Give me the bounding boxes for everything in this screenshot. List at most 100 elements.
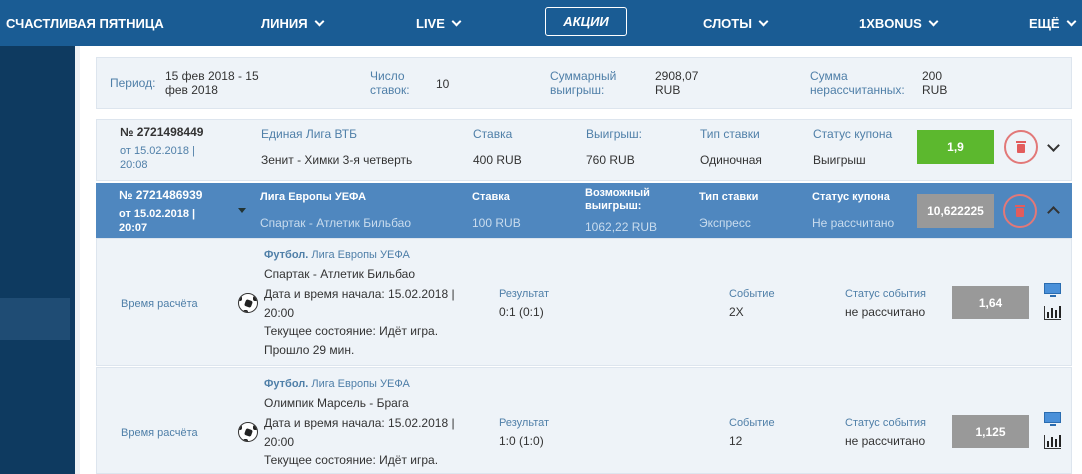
bet-type-value: Одиночная xyxy=(700,153,762,167)
bets-count-value: 10 xyxy=(436,77,450,91)
bet-history-summary: Период: 15 фев 2018 - 15 фев 2018 Число … xyxy=(96,57,1072,109)
result-label: Результат xyxy=(499,288,550,300)
event-start-label: Дата и время начала: 15.02.2018 | xyxy=(264,287,455,301)
unsettled-label: Сумма нерассчитанных: xyxy=(810,69,905,97)
result-value: 1:0 (1:0) xyxy=(499,434,544,448)
coupon-status-value: Выигрыш xyxy=(813,153,866,167)
coupon-row[interactable]: № 2721498449 от 15.02.2018 | 20:08 Едина… xyxy=(96,119,1072,181)
period-value: 15 фев 2018 - 15 фев 2018 xyxy=(165,69,259,97)
sport-name: Футбол. xyxy=(264,378,309,390)
total-win-value: 2908,07 RUB xyxy=(655,69,699,97)
bets-count-label: Число ставок: xyxy=(370,69,410,97)
sidebar-active-item[interactable] xyxy=(0,298,70,340)
coupon-status-value: Не рассчитано xyxy=(812,216,895,230)
possible-win-label: Возможный выигрыш: xyxy=(585,187,650,212)
nav-1xbonus[interactable]: 1XBONUS xyxy=(859,0,939,46)
coupon-odds: 1,9 xyxy=(917,130,994,164)
nav-label: LIVE xyxy=(416,15,445,31)
event-label: Событие xyxy=(729,417,775,429)
coupon-number: № 2721498449 xyxy=(120,125,204,139)
nav-promotions-button[interactable]: АКЦИИ xyxy=(545,7,627,36)
event-status-value: не рассчитано xyxy=(845,434,926,448)
chevron-down-icon xyxy=(758,16,769,26)
bet-type-label: Тип ставки xyxy=(700,127,760,141)
calc-time-label: Время расчёта xyxy=(121,427,198,439)
nav-label: СЧАСТЛИВАЯ ПЯТНИЦА xyxy=(6,15,164,31)
win-value: 760 RUB xyxy=(586,153,635,167)
event-value: 2X xyxy=(729,305,744,319)
result-label: Результат xyxy=(499,417,550,429)
event-start-label: Дата и время начала: 15.02.2018 | xyxy=(264,416,455,430)
result-value: 0:1 (0:1) xyxy=(499,305,544,319)
coupon-league: Единая Лига ВТБ xyxy=(261,127,357,141)
event-odds: 1,125 xyxy=(952,415,1029,448)
event-status-label: Статус события xyxy=(845,288,926,300)
expand-chevron-icon[interactable] xyxy=(1047,139,1060,152)
event-odds: 1,64 xyxy=(952,286,1029,319)
left-sidebar xyxy=(0,46,75,474)
chevron-down-icon xyxy=(314,16,324,26)
coupon-date: от 15.02.2018 | 20:07 xyxy=(119,208,196,234)
nav-live[interactable]: LIVE xyxy=(416,0,462,46)
stake-label: Ставка xyxy=(473,127,513,141)
bet-type-label: Тип ставки xyxy=(699,191,759,203)
event-state: Текущее состояние: Идёт игра. xyxy=(264,324,439,338)
nav-label: ЛИНИЯ xyxy=(261,15,308,31)
coupon-league: Лига Европы УЕФА xyxy=(260,191,367,203)
nav-line[interactable]: ЛИНИЯ xyxy=(261,0,324,46)
calc-time-label: Время расчёта xyxy=(121,298,198,310)
monitor-icon[interactable] xyxy=(1044,283,1061,297)
nav-label: АКЦИИ xyxy=(563,14,609,29)
event-status-label: Статус события xyxy=(845,417,926,429)
coupon-date: от 15.02.2018 | 20:08 xyxy=(120,145,195,171)
event-elapsed: Прошло 29 мин. xyxy=(264,343,355,357)
event-sport-league: Футбол. Лига Европы УЕФА xyxy=(264,249,410,261)
collapse-chevron-icon[interactable] xyxy=(1047,206,1060,219)
nav-label: ЕЩЁ xyxy=(1029,15,1060,31)
event-row: Время расчёта Футбол. Лига Европы УЕФА О… xyxy=(96,367,1072,474)
coupon-match: Зенит - Химки 3-я четверть xyxy=(261,153,413,167)
coupon-status-label: Статус купона xyxy=(813,127,893,141)
chevron-down-icon xyxy=(1066,16,1077,26)
trash-icon xyxy=(1015,205,1025,217)
monitor-icon[interactable] xyxy=(1044,412,1061,426)
event-sport-league: Футбол. Лига Европы УЕФА xyxy=(264,378,410,390)
nav-happy-friday[interactable]: СЧАСТЛИВАЯ ПЯТНИЦА xyxy=(6,0,164,46)
stake-label: Ставка xyxy=(472,191,510,203)
nav-label: СЛОТЫ xyxy=(703,15,752,31)
dropdown-arrow-icon[interactable] xyxy=(238,208,246,213)
sport-name: Футбол. xyxy=(264,249,309,261)
event-match: Спартак - Атлетик Бильбао xyxy=(264,267,416,281)
delete-coupon-button[interactable] xyxy=(1004,130,1038,164)
nav-more[interactable]: ЕЩЁ xyxy=(1029,0,1077,46)
league-name: Лига Европы УЕФА xyxy=(311,249,410,261)
delete-coupon-button[interactable] xyxy=(1003,194,1037,228)
event-value: 12 xyxy=(729,434,743,448)
event-match: Олимпик Марсель - Брага xyxy=(264,396,409,410)
stake-value: 400 RUB xyxy=(473,153,522,167)
league-name: Лига Европы УЕФА xyxy=(311,378,410,390)
event-row: Время расчёта Футбол. Лига Европы УЕФА С… xyxy=(96,238,1072,366)
chevron-down-icon xyxy=(928,16,939,26)
possible-win-value: 1062,22 RUB xyxy=(585,220,658,234)
statistics-icon[interactable] xyxy=(1044,435,1061,449)
event-status-value: не рассчитано xyxy=(845,305,926,319)
trash-icon xyxy=(1016,141,1026,153)
event-start-time: 20:00 xyxy=(264,435,295,449)
total-win-label: Суммарный выигрыш: xyxy=(550,69,617,97)
unsettled-value: 200 RUB xyxy=(922,69,948,97)
chevron-down-icon xyxy=(451,16,462,26)
football-icon xyxy=(238,422,258,442)
coupon-row-expanded[interactable]: № 2721486939 от 15.02.2018 | 20:07 Лига … xyxy=(96,183,1072,238)
statistics-icon[interactable] xyxy=(1044,306,1061,320)
event-label: Событие xyxy=(729,288,775,300)
coupon-odds: 10,622225 xyxy=(917,194,994,228)
bet-type-value: Экспресс xyxy=(699,216,751,230)
coupon-number: № 2721486939 xyxy=(119,188,203,202)
nav-label: 1XBONUS xyxy=(859,15,922,31)
top-nav: СЧАСТЛИВАЯ ПЯТНИЦА ЛИНИЯ LIVE АКЦИИ СЛОТ… xyxy=(0,0,1082,46)
nav-slots[interactable]: СЛОТЫ xyxy=(703,0,769,46)
event-state: Текущее состояние: Идёт игра. xyxy=(264,453,439,467)
stake-value: 100 RUB xyxy=(472,216,521,230)
period-label: Период: xyxy=(110,76,156,90)
